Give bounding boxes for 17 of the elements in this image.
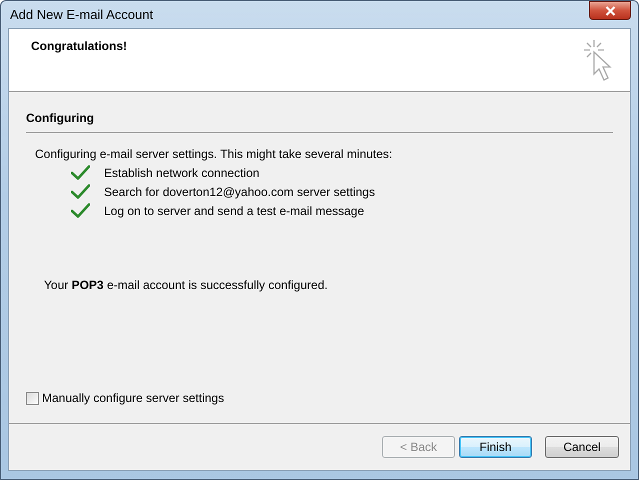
step-text: Establish network connection — [104, 166, 260, 180]
section-heading: Configuring — [26, 111, 95, 125]
check-icon — [71, 203, 90, 218]
dialog-button[interactable]: Cancel — [545, 436, 619, 458]
dialog-button[interactable]: Finish — [459, 436, 532, 458]
page-heading: Congratulations! — [31, 39, 127, 55]
check-icon — [71, 184, 90, 199]
result-text: Your POP3 e-mail account is successfully configured. — [44, 278, 329, 292]
close-button[interactable] — [589, 1, 631, 20]
step-text: Search for doverton12@yahoo.com server settings — [104, 184, 375, 198]
check-icon — [71, 165, 90, 180]
intro-text: Configuring e-mail server settings. This might take several minutes: — [35, 147, 394, 161]
step-text: Log on to server and send a test e-mail message — [104, 204, 364, 218]
checkbox-label[interactable]: Manually configure server settings — [42, 391, 224, 405]
window-title: Add New E-mail Account — [9, 7, 154, 22]
checkbox[interactable] — [26, 392, 39, 404]
close-icon — [604, 6, 616, 16]
